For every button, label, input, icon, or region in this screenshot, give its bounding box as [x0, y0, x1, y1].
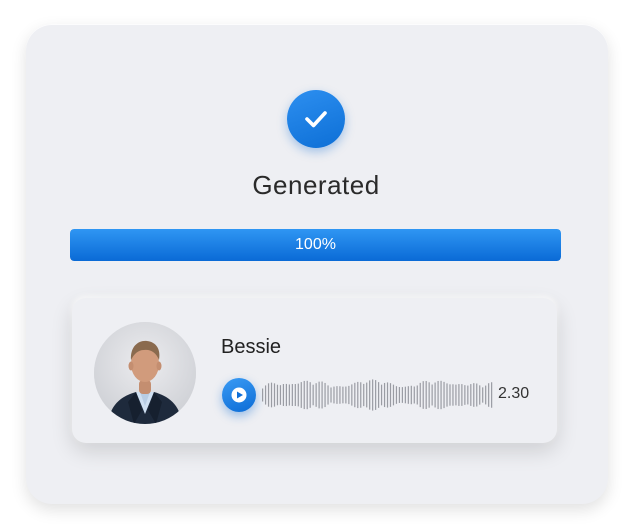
waveform-bar	[437, 380, 439, 410]
waveform-bar	[345, 386, 347, 404]
waveform-bar	[431, 384, 433, 406]
avatar	[94, 322, 196, 424]
waveform-bar	[464, 385, 466, 405]
waveform-bar	[404, 386, 406, 404]
status-title: Generated	[252, 170, 380, 200]
audio-waveform[interactable]	[262, 376, 494, 414]
waveform-bar	[386, 382, 389, 408]
waveform-bar	[315, 383, 317, 407]
waveform-bar	[273, 383, 276, 407]
waveform-bar	[324, 382, 326, 408]
waveform-bar	[410, 385, 412, 405]
waveform-bar	[303, 380, 305, 410]
waveform-bar	[312, 384, 314, 406]
waveform-bar	[425, 380, 427, 410]
waveform-bar	[458, 384, 460, 406]
waveform-bar	[294, 384, 296, 406]
waveform-bar	[395, 386, 398, 404]
check-icon	[287, 90, 345, 148]
waveform-bar	[318, 381, 320, 409]
waveform-bar	[339, 386, 341, 404]
waveform-bar	[342, 386, 344, 404]
waveform-bar	[422, 381, 424, 409]
progress-bar: 100%	[70, 229, 561, 261]
waveform-bar	[288, 384, 290, 406]
waveform-bar	[297, 383, 299, 407]
waveform-bar	[383, 382, 386, 408]
waveform-bar	[276, 384, 279, 406]
waveform-bar	[482, 387, 484, 403]
progress-label: 100%	[295, 236, 336, 253]
waveform-bar	[282, 384, 285, 406]
waveform-bar	[330, 387, 332, 403]
waveform-bar	[473, 383, 475, 407]
waveform-bar	[279, 385, 282, 405]
waveform-bar	[452, 384, 454, 406]
waveform-bar	[461, 384, 463, 406]
waveform-bar	[262, 388, 264, 402]
waveform-bar	[291, 384, 293, 406]
waveform-bar	[479, 385, 481, 405]
waveform-bar	[309, 382, 311, 408]
waveform-bar	[363, 383, 365, 407]
waveform-bar	[467, 385, 469, 405]
waveform-bar	[443, 381, 445, 409]
waveform-bar	[413, 386, 415, 404]
waveform-bar	[372, 379, 374, 411]
waveform-bar	[446, 383, 448, 407]
waveform-bar	[449, 384, 451, 406]
play-button[interactable]	[222, 378, 256, 412]
waveform-bar	[488, 383, 490, 407]
waveform-bar	[378, 382, 380, 408]
audio-duration: 2.30	[498, 385, 530, 402]
waveform-bar	[336, 386, 338, 404]
waveform-bar	[348, 385, 350, 405]
waveform-bar	[351, 384, 353, 406]
waveform-bar	[375, 380, 377, 410]
waveform-bar	[401, 387, 403, 403]
waveform-bar	[440, 380, 442, 410]
waveform-bar	[366, 382, 368, 408]
waveform-bar	[398, 387, 401, 403]
waveform-bar	[407, 386, 409, 404]
waveform-bar	[491, 382, 493, 408]
waveform-bar	[360, 382, 362, 408]
waveform-bar	[476, 383, 478, 407]
waveform-bar	[485, 385, 487, 405]
waveform-bar	[434, 382, 436, 408]
waveform-bar	[416, 385, 418, 405]
waveform-bar	[428, 382, 430, 408]
waveform-bar	[267, 383, 270, 407]
waveform-bar	[419, 382, 421, 408]
waveform-bar	[357, 381, 359, 409]
waveform-bar	[369, 380, 371, 410]
waveform-bar	[300, 382, 302, 408]
waveform-bar	[389, 383, 392, 407]
waveform-bar	[285, 383, 287, 407]
waveform-bar	[455, 384, 457, 406]
waveform-bar	[327, 385, 329, 405]
play-icon	[231, 387, 247, 403]
waveform-bar	[306, 380, 308, 410]
waveform-bar	[380, 384, 383, 406]
waveform-bar	[392, 384, 395, 406]
waveform-bar	[470, 384, 472, 406]
waveform-bar	[354, 382, 356, 408]
voice-name: Bessie	[221, 336, 282, 358]
waveform-bar	[333, 386, 335, 404]
waveform-bar	[321, 381, 323, 409]
waveform-bar	[264, 385, 267, 405]
waveform-bar	[270, 382, 273, 408]
